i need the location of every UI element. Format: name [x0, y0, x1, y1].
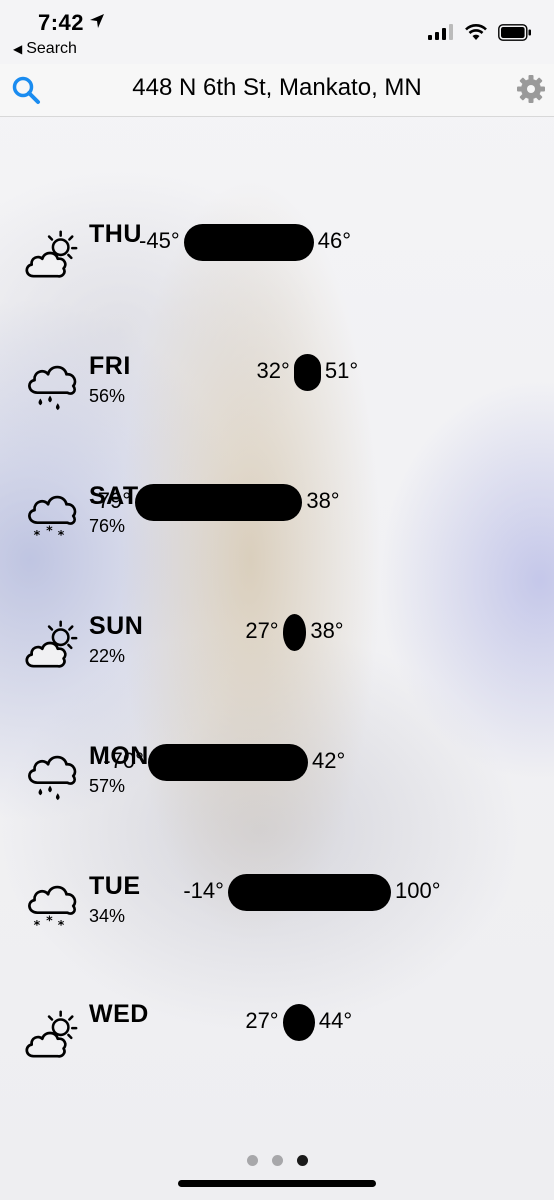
high-temp: 42° — [312, 748, 346, 773]
svg-text:*: * — [46, 912, 53, 927]
svg-text:*: * — [58, 527, 65, 542]
precip-chance: 76% — [89, 516, 126, 536]
snow-icon: * * * — [28, 885, 77, 932]
page-dot[interactable] — [246, 1155, 258, 1166]
page-indicator[interactable] — [0, 1155, 554, 1166]
home-indicator[interactable] — [178, 1180, 376, 1187]
temp-range-bar — [135, 484, 303, 521]
low-temp: 27° — [245, 618, 279, 643]
back-triangle-icon: ◀ — [13, 42, 23, 56]
settings-gear-icon[interactable] — [516, 74, 546, 104]
navigation-bar: 448 N 6th St, Mankato, MN — [0, 64, 554, 117]
temp-range-bar — [147, 744, 309, 781]
low-temp: -79° — [90, 488, 132, 513]
svg-text:*: * — [34, 527, 41, 542]
temp-range-bar — [282, 1004, 315, 1041]
precip-chance: 22% — [89, 646, 126, 666]
high-temp: 51° — [324, 358, 359, 383]
day-label: SUN — [89, 612, 144, 640]
forecast-row[interactable]: * * * TUE 34% -14° 100° — [0, 866, 554, 946]
forecast-row[interactable]: WED 27° 44° — [0, 996, 554, 1076]
svg-text:*: * — [46, 522, 53, 537]
cellular-signal-icon — [428, 24, 453, 40]
location-arrow-icon — [90, 14, 104, 28]
temp-range-bar — [293, 354, 321, 391]
back-to-search-button[interactable]: ◀ Search — [13, 40, 77, 58]
precip-chance: 34% — [89, 906, 126, 926]
temp-range-bar — [183, 224, 314, 261]
battery-icon — [498, 23, 531, 41]
partly-cloudy-icon — [25, 620, 78, 668]
day-label: FRI — [89, 352, 131, 380]
high-temp: 46° — [317, 228, 352, 253]
low-temp: -70° — [103, 748, 144, 773]
back-label: Search — [26, 40, 77, 57]
location-title: 448 N 6th St, Mankato, MN — [132, 74, 422, 101]
low-temp: -14° — [183, 878, 224, 903]
day-label: TUE — [89, 872, 141, 900]
partly-cloudy-icon — [25, 1010, 78, 1058]
wifi-icon — [465, 24, 487, 40]
forecast-row[interactable]: SUN 22% 27° 38° — [0, 606, 554, 686]
status-icons — [428, 22, 532, 42]
high-temp: 44° — [318, 1008, 353, 1033]
temp-range-bar — [227, 874, 391, 911]
low-temp: 27° — [245, 1008, 279, 1033]
precip-chance: 56% — [89, 386, 126, 406]
forecast-row[interactable]: MON 57% -70° 42° — [0, 736, 554, 816]
page-dot-active[interactable] — [296, 1155, 308, 1166]
forecast-row[interactable]: THU -45° 46° — [0, 216, 554, 296]
svg-text:*: * — [58, 917, 65, 932]
svg-text:*: * — [34, 917, 41, 932]
page-dot[interactable] — [271, 1155, 283, 1166]
high-temp: 38° — [310, 618, 344, 643]
low-temp: -45° — [139, 228, 180, 253]
rain-icon — [28, 365, 77, 411]
forecast-row[interactable]: * * * SAT 76% -79° 38° — [0, 476, 554, 556]
low-temp: 32° — [256, 358, 290, 383]
day-label: WED — [89, 1000, 149, 1028]
high-temp: 38° — [306, 488, 340, 513]
temp-range-bar — [282, 614, 307, 651]
precip-chance: 57% — [89, 776, 126, 796]
status-bar: 7:42 ◀ Search — [0, 0, 554, 64]
partly-cloudy-icon — [25, 230, 78, 278]
status-time: 7:42 — [38, 10, 85, 35]
forecast-row[interactable]: FRI 56% 32° 51° — [0, 346, 554, 426]
high-temp: 100° — [395, 878, 441, 903]
